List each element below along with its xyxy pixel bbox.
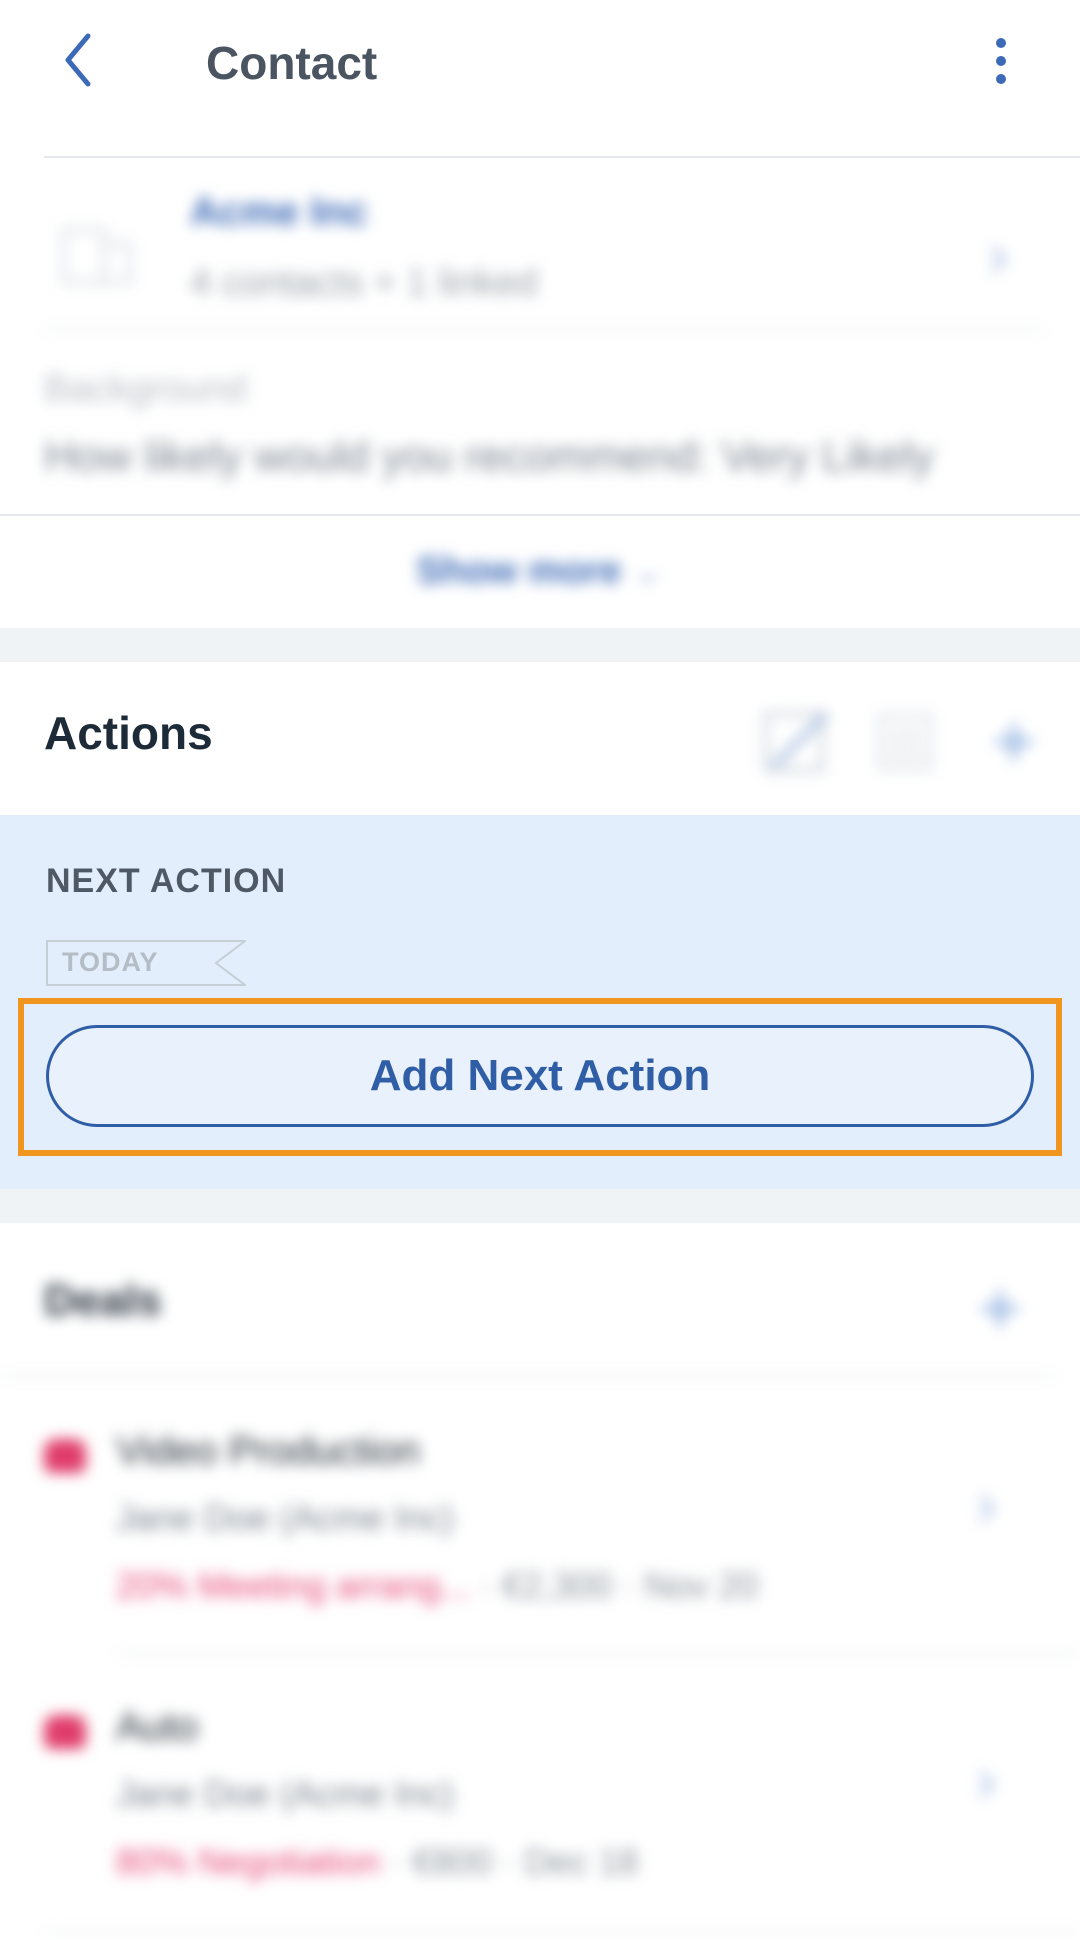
plus-icon[interactable] xyxy=(978,706,1050,778)
deal-icon xyxy=(44,1439,86,1473)
divider xyxy=(44,328,1044,330)
account-name-link[interactable]: Acme Inc xyxy=(190,190,368,235)
contact-summary: Acme Inc 4 contacts + 1 linked › Backgro… xyxy=(0,160,1080,500)
deal-amount: €800 xyxy=(412,1841,493,1882)
actions-section-title: Actions xyxy=(44,707,213,759)
deal-date: Dec 18 xyxy=(524,1841,639,1882)
app-header: Contact xyxy=(0,0,1080,128)
more-vertical-icon xyxy=(996,38,1006,48)
chevron-left-icon xyxy=(65,33,91,87)
section-separator xyxy=(0,628,1080,662)
deal-name: Auto xyxy=(116,1705,199,1749)
actions-toolbar xyxy=(760,702,1060,782)
deals-section: Deals Video Production Jane Doe (Acme In… xyxy=(0,1223,1080,1940)
background-label: Background xyxy=(44,368,247,410)
deal-stage: 20% Meeting arrang... xyxy=(116,1565,471,1606)
deals-section-title: Deals xyxy=(44,1276,162,1325)
section-separator xyxy=(0,1189,1080,1223)
deal-contact: Jane Doe (Acme Inc) xyxy=(116,1773,455,1814)
building-icon xyxy=(62,228,132,284)
account-subtitle: 4 contacts + 1 linked xyxy=(190,262,538,304)
divider xyxy=(44,1931,1080,1933)
next-action-label: NEXT ACTION xyxy=(46,862,287,900)
background-value: How likely would you recommend: Very Lik… xyxy=(44,432,935,481)
deal-date: Nov 20 xyxy=(644,1565,759,1606)
show-more-label: Show more xyxy=(416,550,622,592)
chevron-right-icon: › xyxy=(976,1746,997,1815)
add-next-action-button[interactable]: Add Next Action xyxy=(46,1025,1034,1127)
divider xyxy=(0,1375,1056,1377)
deal-contact: Jane Doe (Acme Inc) xyxy=(116,1497,455,1538)
edit-note-icon[interactable] xyxy=(760,706,832,778)
deal-meta: 80% Negotiation · €800 · Dec 18 xyxy=(116,1841,639,1882)
deal-list-item[interactable]: Video Production Jane Doe (Acme Inc) 20%… xyxy=(0,1379,1080,1649)
deal-amount: €2,300 xyxy=(502,1565,613,1606)
deal-icon xyxy=(44,1715,86,1749)
deal-stage: 80% Negotiation xyxy=(116,1841,381,1882)
header-divider xyxy=(44,156,1080,158)
add-deal-plus-icon[interactable] xyxy=(964,1273,1036,1345)
show-more-button[interactable]: Show more ⌄ xyxy=(0,548,1080,593)
list-icon[interactable] xyxy=(870,706,942,778)
back-button[interactable] xyxy=(44,24,116,96)
chevron-right-icon: › xyxy=(976,1470,997,1539)
divider xyxy=(116,1653,1080,1655)
deal-list-item[interactable]: Auto Jane Doe (Acme Inc) 80% Negotiation… xyxy=(0,1657,1080,1927)
chevron-right-icon[interactable]: › xyxy=(988,220,1009,291)
page-title: Contact xyxy=(206,37,378,89)
chevron-down-icon: ⌄ xyxy=(631,550,664,592)
deal-meta: 20% Meeting arrang... · €2,300 · Nov 20 xyxy=(116,1565,759,1606)
divider xyxy=(0,514,1080,516)
due-tag: TODAY xyxy=(62,947,159,977)
more-options-button[interactable] xyxy=(978,28,1024,94)
deal-name: Video Production xyxy=(116,1429,420,1473)
